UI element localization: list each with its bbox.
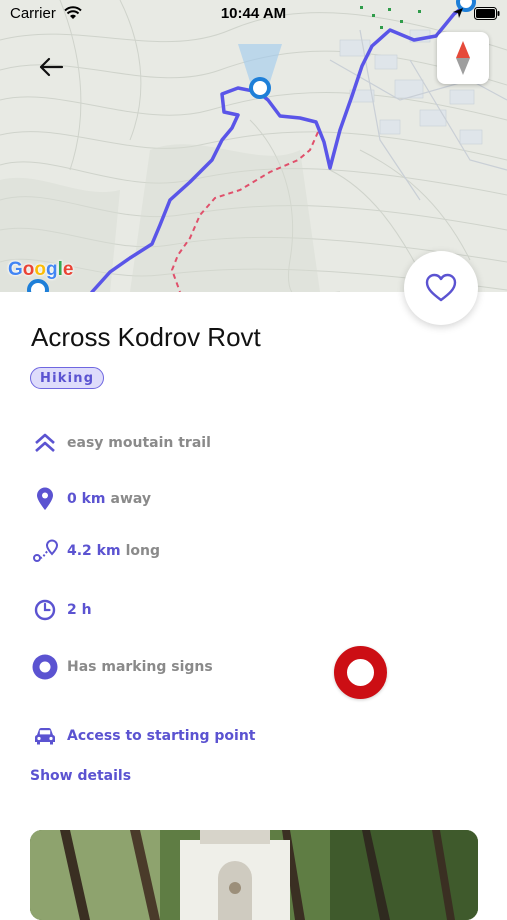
heart-icon xyxy=(425,273,457,302)
marking-dot-icon xyxy=(30,652,60,682)
activity-tag: Hiking xyxy=(30,367,105,389)
access-starting-point-link[interactable]: Access to starting point xyxy=(67,728,255,744)
google-logo: Google xyxy=(8,259,74,280)
length-value: 4.2 km xyxy=(67,543,121,559)
route-icon xyxy=(30,536,60,566)
location-pin-icon xyxy=(30,484,60,514)
car-icon xyxy=(30,721,60,751)
battery-icon xyxy=(474,7,500,24)
clock-icon xyxy=(30,595,60,625)
duration-value: 2 h xyxy=(67,602,92,618)
trail-title: Across Kodrov Rovt xyxy=(31,322,261,352)
difficulty-label: easy moutain trail xyxy=(67,435,211,451)
trail-map[interactable]: Carrier 10:44 AM Google xyxy=(0,0,507,292)
arrow-left-icon xyxy=(39,57,64,77)
duration-row: 2 h xyxy=(30,595,92,625)
distance-value: 0 km xyxy=(67,491,106,507)
location-arrow-icon xyxy=(452,6,464,23)
marking-row: Has marking signs xyxy=(30,652,213,682)
show-details-link[interactable]: Show details xyxy=(30,768,131,784)
status-bar: Carrier 10:44 AM xyxy=(0,0,507,28)
status-time: 10:44 AM xyxy=(220,5,287,22)
marking-label: Has marking signs xyxy=(67,659,213,675)
distance-suffix: away xyxy=(110,491,152,507)
double-chevron-up-icon xyxy=(30,428,60,458)
length-row: 4.2 km long xyxy=(30,536,160,566)
marking-sign-symbol xyxy=(334,646,387,699)
favorite-button[interactable] xyxy=(404,251,478,325)
compass-icon xyxy=(456,41,470,75)
map-terrain xyxy=(0,0,507,292)
difficulty-row: easy moutain trail xyxy=(30,428,211,458)
back-button[interactable] xyxy=(32,48,70,86)
distance-row: 0 km away xyxy=(30,484,151,514)
compass-button[interactable] xyxy=(437,32,489,84)
access-row[interactable]: Access to starting point xyxy=(30,721,255,751)
length-suffix: long xyxy=(125,543,160,559)
trail-photo[interactable] xyxy=(30,830,478,920)
trail-photo-image xyxy=(30,830,478,920)
